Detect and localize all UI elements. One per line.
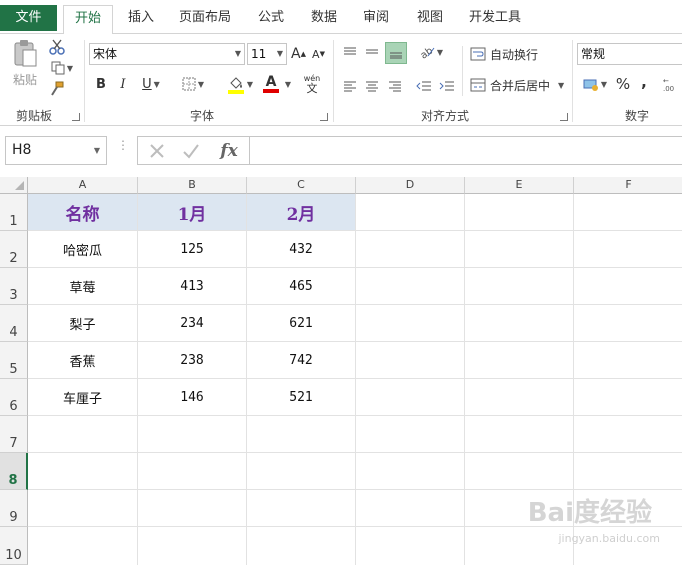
orientation-icon: ab xyxy=(419,45,435,59)
format-painter-button[interactable] xyxy=(47,80,67,98)
tab-review[interactable]: 审阅 xyxy=(354,5,398,32)
align-right-button[interactable] xyxy=(385,76,405,96)
decrease-indent-icon xyxy=(416,81,431,91)
tab-page-layout[interactable]: 页面布局 xyxy=(170,5,240,32)
tab-formulas[interactable]: 公式 xyxy=(249,5,293,32)
font-color-icon: A xyxy=(265,74,277,90)
borders-icon xyxy=(182,77,196,91)
clipboard-launcher-icon[interactable] xyxy=(72,113,80,121)
borders-button[interactable]: ▼ xyxy=(177,74,209,94)
phonetic-button[interactable]: wén 文 xyxy=(298,72,326,96)
tab-home[interactable]: 开始 xyxy=(63,5,113,34)
paint-bucket-icon xyxy=(230,77,242,89)
svg-text:←: ← xyxy=(663,77,669,85)
copy-button[interactable]: ▼ xyxy=(47,59,77,77)
align-bottom-icon xyxy=(390,52,402,59)
font-name-select[interactable]: 宋体 ▼ xyxy=(89,43,245,65)
align-middle-button[interactable] xyxy=(362,42,382,62)
alignment-launcher-icon[interactable] xyxy=(560,113,568,121)
increase-font-button[interactable]: A ▲ xyxy=(290,44,307,64)
align-left-button[interactable] xyxy=(340,76,360,96)
decrease-font-button[interactable]: A ▼ xyxy=(310,44,327,64)
formula-bar: H8 ▼ ⋮ fx xyxy=(0,126,682,178)
scissors-icon xyxy=(49,39,65,55)
paste-label: 粘贴 xyxy=(12,72,37,87)
increase-indent-icon xyxy=(439,81,454,91)
number-group-label: 数字 xyxy=(624,109,649,123)
percent-button[interactable]: % xyxy=(614,74,632,94)
tab-developer[interactable]: 开发工具 xyxy=(462,5,528,32)
clipboard-group-label: 剪贴板 xyxy=(15,109,52,123)
tab-insert[interactable]: 插入 xyxy=(117,5,165,32)
paste-icon xyxy=(14,39,37,66)
ribbon-tab-bar: 文件 开始 插入 页面布局 公式 数据 审阅 视图 开发工具 xyxy=(0,0,682,34)
name-box-splitter[interactable]: ⋮ xyxy=(117,139,129,160)
fill-color-swatch xyxy=(228,90,244,94)
accounting-format-button[interactable]: ▼ xyxy=(580,74,610,94)
underline-button[interactable]: U ▼ xyxy=(137,74,165,94)
align-bottom-button[interactable] xyxy=(385,42,407,64)
orientation-button[interactable]: ab ▼ xyxy=(416,42,446,62)
align-center-icon xyxy=(366,81,378,92)
align-top-button[interactable] xyxy=(340,42,360,62)
bold-button[interactable]: B xyxy=(92,74,110,94)
align-top-icon xyxy=(344,47,356,55)
tab-file[interactable]: 文件 xyxy=(0,5,57,31)
watermark-url: jingyan.baidu.com xyxy=(558,532,660,545)
enter-icon[interactable] xyxy=(180,140,202,162)
merge-center-icon xyxy=(470,78,486,92)
increase-indent-button[interactable] xyxy=(437,76,457,96)
formula-buttons: fx xyxy=(137,136,249,165)
cancel-icon[interactable] xyxy=(146,140,168,162)
formula-input[interactable] xyxy=(249,136,682,165)
font-color-swatch xyxy=(263,89,279,93)
alignment-group-label: 对齐方式 xyxy=(420,109,469,123)
format-painter-icon xyxy=(51,81,64,96)
font-launcher-icon[interactable] xyxy=(320,113,328,121)
tab-view[interactable]: 视图 xyxy=(408,5,452,32)
svg-text:ab: ab xyxy=(419,45,435,59)
worksheet-grid[interactable]: A B C D E F 1 2 3 4 5 6 7 8 9 10 名称 1月 2… xyxy=(0,177,682,565)
font-group-label: 字体 xyxy=(189,109,214,123)
align-right-icon xyxy=(389,81,401,92)
font-size-select[interactable]: 11 ▼ xyxy=(247,43,287,65)
insert-function-button[interactable]: fx xyxy=(216,139,242,163)
cut-button[interactable] xyxy=(47,37,67,57)
watermark-logo: Bai度经验 xyxy=(527,498,652,528)
wrap-text-icon xyxy=(470,47,486,61)
align-left-icon xyxy=(344,81,356,92)
align-middle-icon xyxy=(366,49,378,54)
copy-icon xyxy=(51,61,65,75)
italic-button[interactable]: I xyxy=(114,74,132,94)
name-box[interactable]: H8 ▼ xyxy=(5,136,107,165)
increase-decimal-icon[interactable]: ← .00 xyxy=(660,74,682,94)
decrease-indent-button[interactable] xyxy=(414,76,434,96)
number-format-select[interactable]: 常规 xyxy=(577,43,682,65)
wrap-text-button[interactable]: 自动换行 xyxy=(470,44,542,64)
ribbon: 粘贴 ▼ 剪贴板 宋体 ▼ 11 ▼ A ▲ A ▼ B I U ▼ ▼ ▼ A… xyxy=(0,33,682,126)
paste-button[interactable]: 粘贴 xyxy=(8,38,42,88)
merge-center-button[interactable]: 合并后居中 ▼ xyxy=(470,75,570,95)
tab-data[interactable]: 数据 xyxy=(302,5,346,32)
comma-button[interactable]: , xyxy=(638,72,650,92)
accounting-icon xyxy=(583,79,598,91)
svg-text:.00: .00 xyxy=(663,85,674,92)
align-center-button[interactable] xyxy=(362,76,382,96)
